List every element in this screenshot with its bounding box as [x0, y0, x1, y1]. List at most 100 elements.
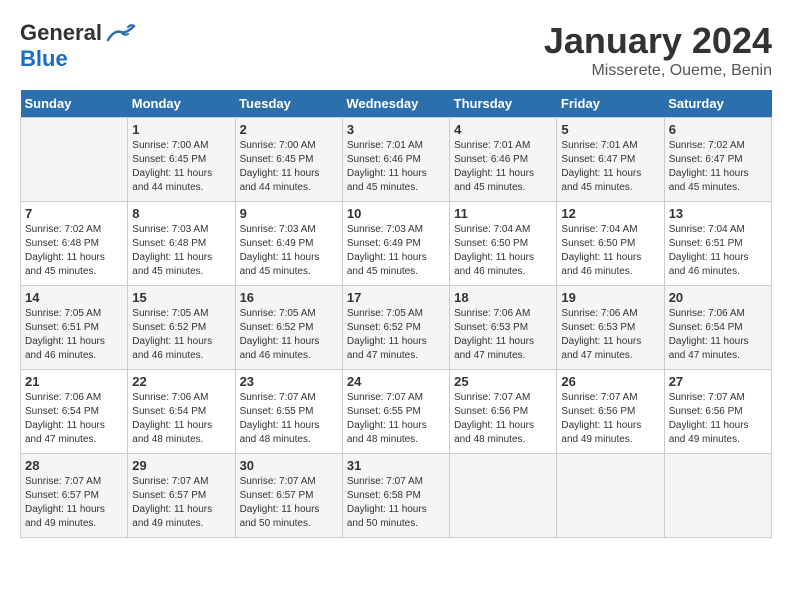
day-number: 25 — [454, 374, 552, 389]
day-number: 20 — [669, 290, 767, 305]
day-cell — [450, 454, 557, 538]
day-cell: 2 Sunrise: 7:00 AMSunset: 6:45 PMDaylight… — [235, 118, 342, 202]
day-info: Sunrise: 7:02 AMSunset: 6:47 PMDaylight:… — [669, 139, 767, 195]
day-cell: 11 Sunrise: 7:04 AMSunset: 6:50 PMDayligh… — [450, 202, 557, 286]
day-cell — [21, 118, 128, 202]
day-cell — [557, 454, 664, 538]
day-info: Sunrise: 7:03 AMSunset: 6:49 PMDaylight:… — [347, 223, 445, 279]
day-info: Sunrise: 7:02 AMSunset: 6:48 PMDaylight:… — [25, 223, 123, 279]
calendar-table: SundayMondayTuesdayWednesdayThursdayFrid… — [20, 90, 772, 538]
day-info: Sunrise: 7:00 AMSunset: 6:45 PMDaylight:… — [132, 139, 230, 195]
day-info: Sunrise: 7:06 AMSunset: 6:53 PMDaylight:… — [561, 307, 659, 363]
header-row: SundayMondayTuesdayWednesdayThursdayFrid… — [21, 90, 772, 118]
day-cell: 26 Sunrise: 7:07 AMSunset: 6:56 PMDayligh… — [557, 370, 664, 454]
page-header: General Blue January 2024 Misserete, Oue… — [20, 20, 772, 80]
day-number: 18 — [454, 290, 552, 305]
day-cell: 29 Sunrise: 7:07 AMSunset: 6:57 PMDayligh… — [128, 454, 235, 538]
day-number: 2 — [240, 122, 338, 137]
day-cell: 23 Sunrise: 7:07 AMSunset: 6:55 PMDayligh… — [235, 370, 342, 454]
day-cell: 18 Sunrise: 7:06 AMSunset: 6:53 PMDayligh… — [450, 286, 557, 370]
day-info: Sunrise: 7:07 AMSunset: 6:56 PMDaylight:… — [669, 391, 767, 447]
title-section: January 2024 Misserete, Oueme, Benin — [544, 20, 772, 80]
month-title: January 2024 — [544, 20, 772, 62]
day-number: 10 — [347, 206, 445, 221]
day-cell — [664, 454, 771, 538]
day-info: Sunrise: 7:01 AMSunset: 6:46 PMDaylight:… — [454, 139, 552, 195]
day-cell: 22 Sunrise: 7:06 AMSunset: 6:54 PMDayligh… — [128, 370, 235, 454]
day-cell: 14Sunrise: 7:05 AMSunset: 6:51 PMDayligh… — [21, 286, 128, 370]
day-number: 29 — [132, 458, 230, 473]
day-info: Sunrise: 7:06 AMSunset: 6:54 PMDaylight:… — [25, 391, 123, 447]
day-number: 17 — [347, 290, 445, 305]
day-info: Sunrise: 7:03 AMSunset: 6:49 PMDaylight:… — [240, 223, 338, 279]
day-cell: 20 Sunrise: 7:06 AMSunset: 6:54 PMDayligh… — [664, 286, 771, 370]
day-number: 19 — [561, 290, 659, 305]
day-number: 7 — [25, 206, 123, 221]
day-info: Sunrise: 7:07 AMSunset: 6:55 PMDaylight:… — [240, 391, 338, 447]
day-number: 23 — [240, 374, 338, 389]
day-info: Sunrise: 7:07 AMSunset: 6:57 PMDaylight:… — [132, 475, 230, 531]
day-info: Sunrise: 7:05 AMSunset: 6:52 PMDaylight:… — [240, 307, 338, 363]
day-number: 5 — [561, 122, 659, 137]
day-cell: 31Sunrise: 7:07 AMSunset: 6:58 PMDayligh… — [342, 454, 449, 538]
day-number: 12 — [561, 206, 659, 221]
day-info: Sunrise: 7:07 AMSunset: 6:56 PMDaylight:… — [561, 391, 659, 447]
header-day-tuesday: Tuesday — [235, 90, 342, 118]
day-number: 21 — [25, 374, 123, 389]
header-day-monday: Monday — [128, 90, 235, 118]
day-info: Sunrise: 7:07 AMSunset: 6:56 PMDaylight:… — [454, 391, 552, 447]
day-info: Sunrise: 7:00 AMSunset: 6:45 PMDaylight:… — [240, 139, 338, 195]
day-info: Sunrise: 7:04 AMSunset: 6:50 PMDaylight:… — [454, 223, 552, 279]
day-cell: 9 Sunrise: 7:03 AMSunset: 6:49 PMDaylight… — [235, 202, 342, 286]
day-cell: 19 Sunrise: 7:06 AMSunset: 6:53 PMDayligh… — [557, 286, 664, 370]
day-cell: 1Sunrise: 7:00 AMSunset: 6:45 PMDaylight… — [128, 118, 235, 202]
day-number: 24 — [347, 374, 445, 389]
day-info: Sunrise: 7:03 AMSunset: 6:48 PMDaylight:… — [132, 223, 230, 279]
day-cell: 6 Sunrise: 7:02 AMSunset: 6:47 PMDaylight… — [664, 118, 771, 202]
day-info: Sunrise: 7:04 AMSunset: 6:51 PMDaylight:… — [669, 223, 767, 279]
day-number: 30 — [240, 458, 338, 473]
day-info: Sunrise: 7:05 AMSunset: 6:52 PMDaylight:… — [347, 307, 445, 363]
day-cell: 8Sunrise: 7:03 AMSunset: 6:48 PMDaylight… — [128, 202, 235, 286]
week-row-3: 14Sunrise: 7:05 AMSunset: 6:51 PMDayligh… — [21, 286, 772, 370]
logo-bird-icon — [106, 22, 136, 44]
header-day-thursday: Thursday — [450, 90, 557, 118]
header-day-saturday: Saturday — [664, 90, 771, 118]
day-cell: 24 Sunrise: 7:07 AMSunset: 6:55 PMDayligh… — [342, 370, 449, 454]
week-row-4: 21 Sunrise: 7:06 AMSunset: 6:54 PMDayligh… — [21, 370, 772, 454]
day-cell: 7 Sunrise: 7:02 AMSunset: 6:48 PMDaylight… — [21, 202, 128, 286]
header-day-wednesday: Wednesday — [342, 90, 449, 118]
week-row-1: 1Sunrise: 7:00 AMSunset: 6:45 PMDaylight… — [21, 118, 772, 202]
day-cell: 4Sunrise: 7:01 AMSunset: 6:46 PMDaylight… — [450, 118, 557, 202]
day-number: 6 — [669, 122, 767, 137]
day-cell: 13 Sunrise: 7:04 AMSunset: 6:51 PMDayligh… — [664, 202, 771, 286]
day-number: 13 — [669, 206, 767, 221]
header-day-sunday: Sunday — [21, 90, 128, 118]
day-number: 26 — [561, 374, 659, 389]
day-info: Sunrise: 7:07 AMSunset: 6:57 PMDaylight:… — [240, 475, 338, 531]
day-cell: 5 Sunrise: 7:01 AMSunset: 6:47 PMDaylight… — [557, 118, 664, 202]
day-info: Sunrise: 7:06 AMSunset: 6:54 PMDaylight:… — [132, 391, 230, 447]
day-number: 11 — [454, 206, 552, 221]
day-info: Sunrise: 7:06 AMSunset: 6:54 PMDaylight:… — [669, 307, 767, 363]
day-cell: 28 Sunrise: 7:07 AMSunset: 6:57 PMDayligh… — [21, 454, 128, 538]
header-day-friday: Friday — [557, 90, 664, 118]
day-cell: 21 Sunrise: 7:06 AMSunset: 6:54 PMDayligh… — [21, 370, 128, 454]
day-info: Sunrise: 7:04 AMSunset: 6:50 PMDaylight:… — [561, 223, 659, 279]
day-cell: 30 Sunrise: 7:07 AMSunset: 6:57 PMDayligh… — [235, 454, 342, 538]
day-number: 14 — [25, 290, 123, 305]
week-row-2: 7 Sunrise: 7:02 AMSunset: 6:48 PMDaylight… — [21, 202, 772, 286]
day-number: 28 — [25, 458, 123, 473]
day-number: 9 — [240, 206, 338, 221]
day-info: Sunrise: 7:06 AMSunset: 6:53 PMDaylight:… — [454, 307, 552, 363]
logo-blue-text: Blue — [20, 46, 68, 72]
day-info: Sunrise: 7:01 AMSunset: 6:47 PMDaylight:… — [561, 139, 659, 195]
day-info: Sunrise: 7:07 AMSunset: 6:55 PMDaylight:… — [347, 391, 445, 447]
day-number: 22 — [132, 374, 230, 389]
day-info: Sunrise: 7:07 AMSunset: 6:57 PMDaylight:… — [25, 475, 123, 531]
day-cell: 25 Sunrise: 7:07 AMSunset: 6:56 PMDayligh… — [450, 370, 557, 454]
day-cell: 27Sunrise: 7:07 AMSunset: 6:56 PMDayligh… — [664, 370, 771, 454]
day-number: 15 — [132, 290, 230, 305]
location: Misserete, Oueme, Benin — [544, 62, 772, 80]
day-cell: 3Sunrise: 7:01 AMSunset: 6:46 PMDaylight… — [342, 118, 449, 202]
